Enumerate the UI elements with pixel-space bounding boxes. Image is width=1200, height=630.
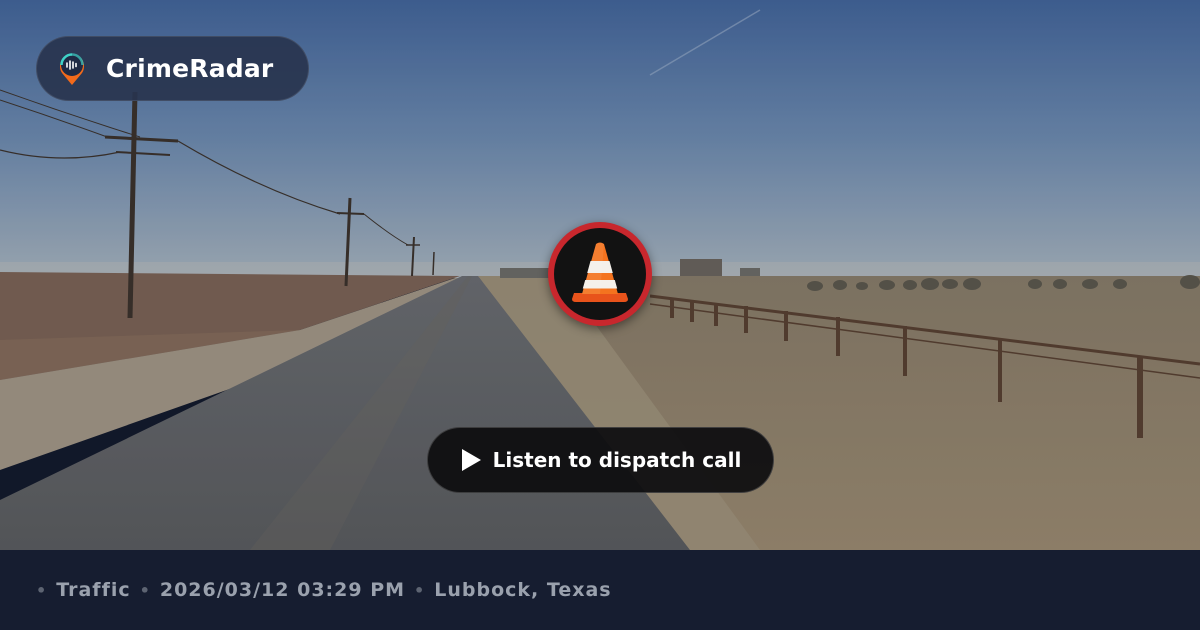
incident-category: Traffic	[56, 579, 131, 601]
incident-category-badge	[548, 222, 652, 326]
play-icon	[460, 448, 482, 472]
separator-dot: •	[36, 580, 48, 600]
brand-badge[interactable]: CrimeRadar	[36, 36, 309, 101]
listen-dispatch-label: Listen to dispatch call	[492, 448, 742, 472]
brand-name: CrimeRadar	[106, 54, 274, 83]
radar-pin-icon	[57, 52, 87, 86]
incident-meta-bar: • Traffic • 2026/03/12 03:29 PM • Lubboc…	[0, 550, 1200, 630]
listen-dispatch-button[interactable]: Listen to dispatch call	[427, 427, 774, 493]
separator-dot: •	[139, 580, 151, 600]
separator-dot: •	[414, 580, 426, 600]
incident-datetime: 2026/03/12 03:29 PM	[159, 579, 406, 601]
incident-location: Lubbock, Texas	[434, 579, 612, 601]
traffic-cone-icon	[570, 241, 630, 307]
